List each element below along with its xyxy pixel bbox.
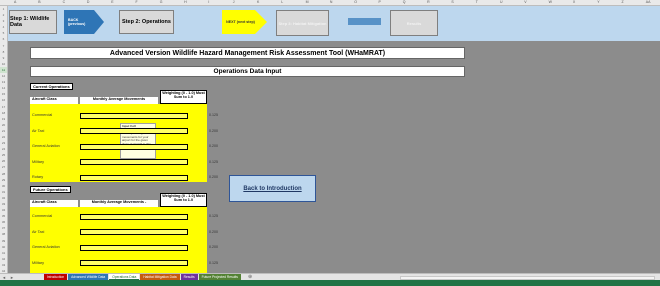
aircraft-class-cell: Rotary bbox=[32, 175, 44, 179]
column-header[interactable]: F bbox=[136, 0, 138, 4]
weighting-input[interactable]: 0.200 bbox=[190, 173, 237, 182]
column-header[interactable]: L bbox=[281, 0, 283, 4]
table-row: Air Taxi 0.200 bbox=[30, 228, 218, 237]
step3-button[interactable]: Step 3: Habitat Mitigation bbox=[276, 10, 329, 36]
table-row: Commercial 0.125 bbox=[30, 212, 218, 221]
column-header[interactable]: R bbox=[427, 0, 430, 4]
column-header[interactable]: N bbox=[330, 0, 333, 4]
arrow-right-icon bbox=[94, 10, 104, 34]
step1-button[interactable]: Step 1: Wildlife Data bbox=[9, 10, 57, 34]
column-header[interactable]: M bbox=[306, 0, 309, 4]
aircraft-class-cell: Military bbox=[32, 159, 45, 164]
aircraft-class-cell: Commercial bbox=[32, 214, 53, 218]
tab-next-icon[interactable]: ► bbox=[8, 275, 16, 280]
weighting-header: Weighting (0 - 1.0) Must Sum to 1.0 bbox=[160, 90, 207, 104]
column-header[interactable]: E bbox=[111, 0, 113, 4]
page-title: Advanced Version Wildlife Hazard Managem… bbox=[30, 47, 465, 59]
column-header[interactable]: S bbox=[451, 0, 453, 4]
row-number-column: 1 2 3 4 5 6 7 8 9 10 11 12 13 14 15 16 17 18 19 20 21 22 23 24 2… bbox=[0, 6, 8, 274]
column-header[interactable]: B bbox=[38, 0, 40, 4]
weighting-input[interactable]: 0.200 bbox=[190, 142, 237, 151]
weighting-input[interactable]: 0.125 bbox=[190, 158, 237, 167]
table-row: General Aviation 0.200 bbox=[30, 243, 218, 252]
weighting-input[interactable]: 0.200 bbox=[190, 228, 237, 237]
step2-button[interactable]: Step 2: Operations bbox=[119, 10, 174, 34]
aircraft-class-cell: Military bbox=[32, 260, 45, 265]
aircraft-class-cell: Commercial bbox=[32, 113, 53, 117]
page-subtitle: Operations Data Input bbox=[30, 66, 465, 77]
column-header[interactable]: X bbox=[573, 0, 575, 4]
movements-input[interactable] bbox=[80, 244, 188, 251]
movements-input[interactable] bbox=[80, 229, 188, 235]
movements-input[interactable] bbox=[80, 128, 188, 134]
next-arrow-label: NEXT (next step) bbox=[222, 10, 255, 34]
column-header[interactable]: Y bbox=[597, 0, 599, 4]
weighting-input[interactable]: 0.200 bbox=[190, 127, 237, 136]
movements-input[interactable] bbox=[80, 143, 188, 150]
column-header[interactable]: D bbox=[87, 0, 90, 4]
column-header[interactable]: Q bbox=[403, 0, 406, 4]
aircraft-class-header: Aircraft Class bbox=[30, 200, 78, 207]
table-row: General Aviation 0.200 bbox=[30, 142, 218, 151]
column-header[interactable]: J bbox=[233, 0, 235, 4]
column-header[interactable]: A bbox=[14, 0, 16, 4]
aircraft-class-cell: Air Taxi bbox=[32, 229, 45, 234]
column-header[interactable]: P bbox=[379, 0, 381, 4]
table-row: Air Taxi 0.200 bbox=[30, 127, 218, 136]
movements-input[interactable] bbox=[80, 159, 188, 165]
column-header[interactable]: Z bbox=[622, 0, 624, 4]
movements-header: Monthly Average Movements bbox=[80, 97, 158, 104]
column-header[interactable]: O bbox=[354, 0, 357, 4]
column-header[interactable]: H bbox=[184, 0, 187, 4]
aircraft-class-cell: Air Taxi bbox=[32, 128, 45, 133]
placeholder-button bbox=[348, 18, 381, 25]
results-button[interactable]: Results bbox=[390, 10, 438, 36]
movements-input[interactable] bbox=[80, 260, 188, 266]
aircraft-class-header: Aircraft Class bbox=[30, 97, 78, 104]
column-header[interactable]: V bbox=[524, 0, 526, 4]
tab-prev-icon[interactable]: ◄ bbox=[0, 275, 8, 280]
aircraft-class-cell: General Aviation bbox=[32, 144, 60, 148]
table-row: Rotary 0.200 bbox=[30, 173, 218, 182]
back-arrow-label: BACK (previous) bbox=[64, 10, 94, 34]
weighting-input[interactable]: 0.125 bbox=[190, 212, 237, 221]
column-header[interactable]: C bbox=[63, 0, 66, 4]
current-operations-label: Current Operations bbox=[30, 83, 73, 90]
column-header[interactable]: T bbox=[476, 0, 478, 4]
column-header[interactable]: G bbox=[160, 0, 163, 4]
table-row: Military 0.125 bbox=[30, 259, 218, 268]
movements-header: Monthly Average Movements - bbox=[80, 200, 158, 207]
column-header[interactable]: U bbox=[500, 0, 503, 4]
column-header[interactable]: I bbox=[208, 0, 209, 4]
movements-input[interactable] bbox=[80, 112, 188, 119]
table-row: Commercial 0.125 bbox=[30, 111, 218, 120]
sheet-tab-bar: ◄ ► Introduction Advanced Wildlife Data Op… bbox=[0, 273, 660, 280]
arrow-right-icon bbox=[255, 10, 267, 34]
status-bar bbox=[0, 280, 660, 286]
weighting-input[interactable]: 0.125 bbox=[190, 259, 237, 268]
aircraft-class-cell: General Aviation bbox=[32, 245, 60, 249]
column-header[interactable]: K bbox=[257, 0, 259, 4]
back-to-introduction-button[interactable]: Back to Introduction bbox=[229, 175, 316, 202]
weighting-header: Weighting (0 - 1.0) Must Sum to 1.0 bbox=[160, 193, 207, 207]
future-operations-label: Future Operations bbox=[30, 186, 71, 193]
horizontal-scrollbar[interactable] bbox=[400, 275, 655, 280]
back-arrow-button[interactable]: BACK (previous) bbox=[64, 10, 104, 34]
column-header[interactable]: AA bbox=[646, 0, 651, 4]
table-row: Military 0.125 bbox=[30, 158, 218, 167]
navigation-band bbox=[8, 6, 660, 41]
movements-input[interactable] bbox=[80, 174, 188, 181]
weighting-input[interactable]: 0.125 bbox=[190, 111, 237, 120]
weighting-input[interactable]: 0.200 bbox=[190, 243, 237, 252]
movements-input[interactable] bbox=[80, 213, 188, 220]
next-arrow-button[interactable]: NEXT (next step) bbox=[222, 10, 267, 34]
column-header[interactable]: W bbox=[549, 0, 552, 4]
